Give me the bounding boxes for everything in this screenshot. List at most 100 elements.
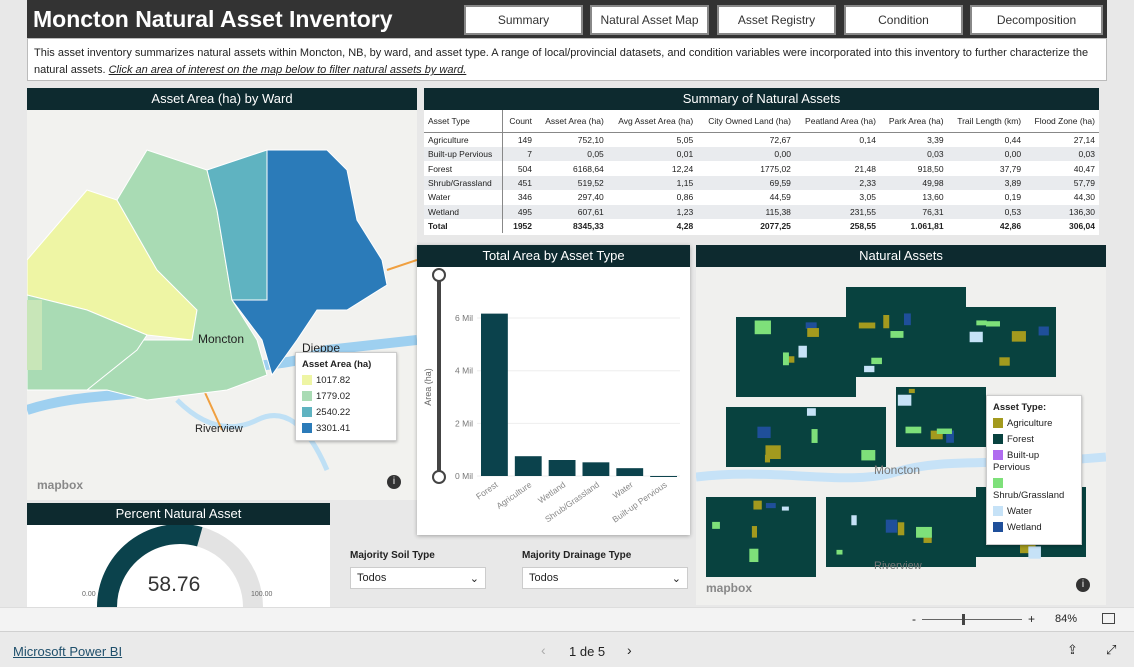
range-slider-handle-bottom[interactable] — [432, 470, 446, 484]
zoom-slider[interactable] — [922, 619, 1022, 620]
power-bi-link[interactable]: Microsoft Power BI — [13, 644, 122, 659]
table-row[interactable]: Agriculture 149 752,10 5,05 72,67 0,14 3,39 0,4… — [424, 132, 1099, 147]
ward-map-canvas[interactable] — [27, 110, 417, 500]
share-icon[interactable]: ⇪ — [1067, 642, 1078, 658]
legend-item: 1017.82 — [302, 375, 390, 386]
asset-patch — [806, 408, 816, 416]
table-cell: 3,05 — [859, 192, 876, 203]
gauge-min: 0.00 — [82, 591, 96, 598]
table-cell: 346 — [517, 192, 533, 203]
legend-label: 2540.22 — [316, 407, 351, 418]
x-tick-label: Agriculture — [494, 479, 533, 511]
zoom-in-button[interactable]: + — [1028, 612, 1035, 626]
fit-to-page-icon[interactable] — [1102, 613, 1115, 624]
table-row[interactable]: Water 346 297,40 0,86 44,59 3,05 13,60 0,19 44,3… — [424, 190, 1099, 205]
bar-forest[interactable] — [481, 313, 508, 476]
next-page-icon[interactable]: › — [627, 642, 632, 658]
legend-label: Agriculture — [1007, 418, 1053, 429]
asset-patch — [905, 426, 922, 434]
table-row[interactable]: Built-up Pervious 7 0,05 0,01 0,00 0,03 0,00 0,… — [424, 147, 1099, 162]
table-header: Asset Type Count Asset Area (ha) Avg Asset … — [424, 110, 1099, 133]
asset-patch — [811, 429, 818, 443]
drainage-type-dropdown[interactable]: Todos ⌄ — [522, 567, 688, 589]
dropdown-value: Todos — [357, 572, 387, 584]
nav-condition-button[interactable]: Condition — [844, 5, 963, 35]
asset-patch — [805, 322, 817, 329]
legend-item: 2540.22 — [302, 407, 390, 418]
nav-decomposition-button[interactable]: Decomposition — [970, 5, 1103, 35]
chevron-down-icon: ⌄ — [671, 573, 681, 585]
table-cell: 0,00 — [697, 147, 795, 162]
bar-built-up-pervious[interactable] — [650, 475, 677, 477]
table-total-row[interactable]: Total 1952 8345,33 4,28 2077,25 258,55 1.061,8… — [424, 218, 1099, 234]
table-cell: 1775,02 — [760, 163, 791, 174]
table-cell: 0,05 — [536, 147, 608, 162]
nav-asset-registry-button[interactable]: Asset Registry — [717, 5, 836, 35]
table-cell: 12,24 — [671, 163, 694, 174]
column-header[interactable]: Asset Area (ha) — [536, 110, 608, 133]
asset-patch — [999, 357, 1010, 366]
asset-map[interactable]: Moncton Riverview mapbox i Asset Type: A… — [696, 267, 1106, 605]
asset-patch — [764, 454, 771, 463]
table-cell: 451 — [502, 175, 537, 191]
asset-patch — [751, 526, 757, 538]
table-cell: 297,40 — [577, 192, 604, 203]
bar-agriculture[interactable] — [514, 456, 542, 476]
gauge-value: 58.76 — [147, 573, 201, 596]
asset-patch — [861, 450, 876, 461]
table-cell: 0,00 — [947, 147, 1026, 162]
column-header[interactable]: Peatland Area (ha) — [794, 110, 880, 133]
summary-table: Asset Type Count Asset Area (ha) Avg Asset … — [424, 110, 1099, 234]
asset-patch — [916, 526, 932, 538]
asset-patch — [798, 345, 807, 358]
table-cell: 44,30 — [1073, 192, 1095, 203]
range-slider-handle-top[interactable] — [432, 268, 446, 282]
table-cell: 72,67 — [769, 135, 791, 145]
fullscreen-icon[interactable]: ⤢ — [1106, 642, 1116, 658]
map-label-riverview: Riverview — [195, 423, 243, 435]
soil-type-dropdown[interactable]: Todos ⌄ — [350, 567, 486, 589]
table-row[interactable]: Wetland 495 607,61 1,23 115,38 231,55 76,31 0,5… — [424, 204, 1099, 219]
legend-swatch — [302, 407, 312, 418]
bar-chart-panel: Total Area by Asset Type Area (ha) 0 Mil 2… — [417, 245, 690, 535]
park — [27, 300, 42, 370]
ward-map[interactable]: Moncton Dieppe Riverview mapbox i Asset … — [27, 110, 417, 500]
zoom-slider-thumb[interactable] — [962, 614, 965, 625]
legend-title: Asset Area (ha) — [302, 359, 372, 370]
nav-summary-button[interactable]: Summary — [464, 5, 583, 35]
table-row[interactable]: Forest 504 6168,64 12,24 1775,02 21,48 918,50 3… — [424, 161, 1099, 176]
table-cell: 504 — [517, 163, 533, 174]
column-header[interactable]: Park Area (ha) — [879, 110, 948, 133]
column-header[interactable]: City Owned Land (ha) — [697, 110, 795, 133]
bar-wetland[interactable] — [548, 460, 576, 476]
info-icon[interactable]: i — [387, 475, 401, 489]
table-cell: 752,10 — [577, 135, 604, 145]
table-cell: 76,31 — [879, 204, 948, 219]
table-cell: 0,19 — [1004, 192, 1022, 203]
asset-patch — [890, 331, 904, 338]
bar-water[interactable] — [616, 468, 644, 476]
column-header[interactable]: Avg Asset Area (ha) — [607, 110, 698, 133]
legend-swatch — [993, 506, 1003, 517]
column-header[interactable]: Flood Zone (ha) — [1025, 110, 1099, 133]
table-cell: 0,03 — [1025, 147, 1099, 162]
highway — [386, 259, 417, 271]
column-header[interactable]: Count — [502, 110, 537, 133]
previous-page-icon[interactable]: ‹ — [541, 642, 546, 658]
column-header[interactable]: Asset Type — [424, 110, 503, 133]
bar-shrub-grassland[interactable] — [582, 462, 610, 476]
column-header[interactable]: Trail Length (km) — [947, 110, 1026, 133]
zoom-out-button[interactable]: - — [912, 612, 916, 626]
table-cell: 1,23 — [607, 204, 698, 219]
nav-natural-asset-map-button[interactable]: Natural Asset Map — [590, 5, 709, 35]
table-cell: 918,50 — [917, 163, 944, 174]
asset-patch — [903, 313, 911, 326]
table-row[interactable]: Shrub/Grassland 451 519,52 1,15 69,59 2,33 49,… — [424, 175, 1099, 191]
table-cell: 1952 — [513, 221, 533, 232]
table-cell: Forest — [424, 161, 503, 176]
summary-table-title: Summary of Natural Assets — [424, 88, 1099, 110]
filter-hint-link[interactable]: Click an area of interest on the map bel… — [109, 64, 467, 76]
info-icon[interactable]: i — [1076, 578, 1090, 592]
gauge-title: Percent Natural Asset — [27, 503, 330, 525]
legend-item: 3301.41 — [302, 423, 390, 434]
